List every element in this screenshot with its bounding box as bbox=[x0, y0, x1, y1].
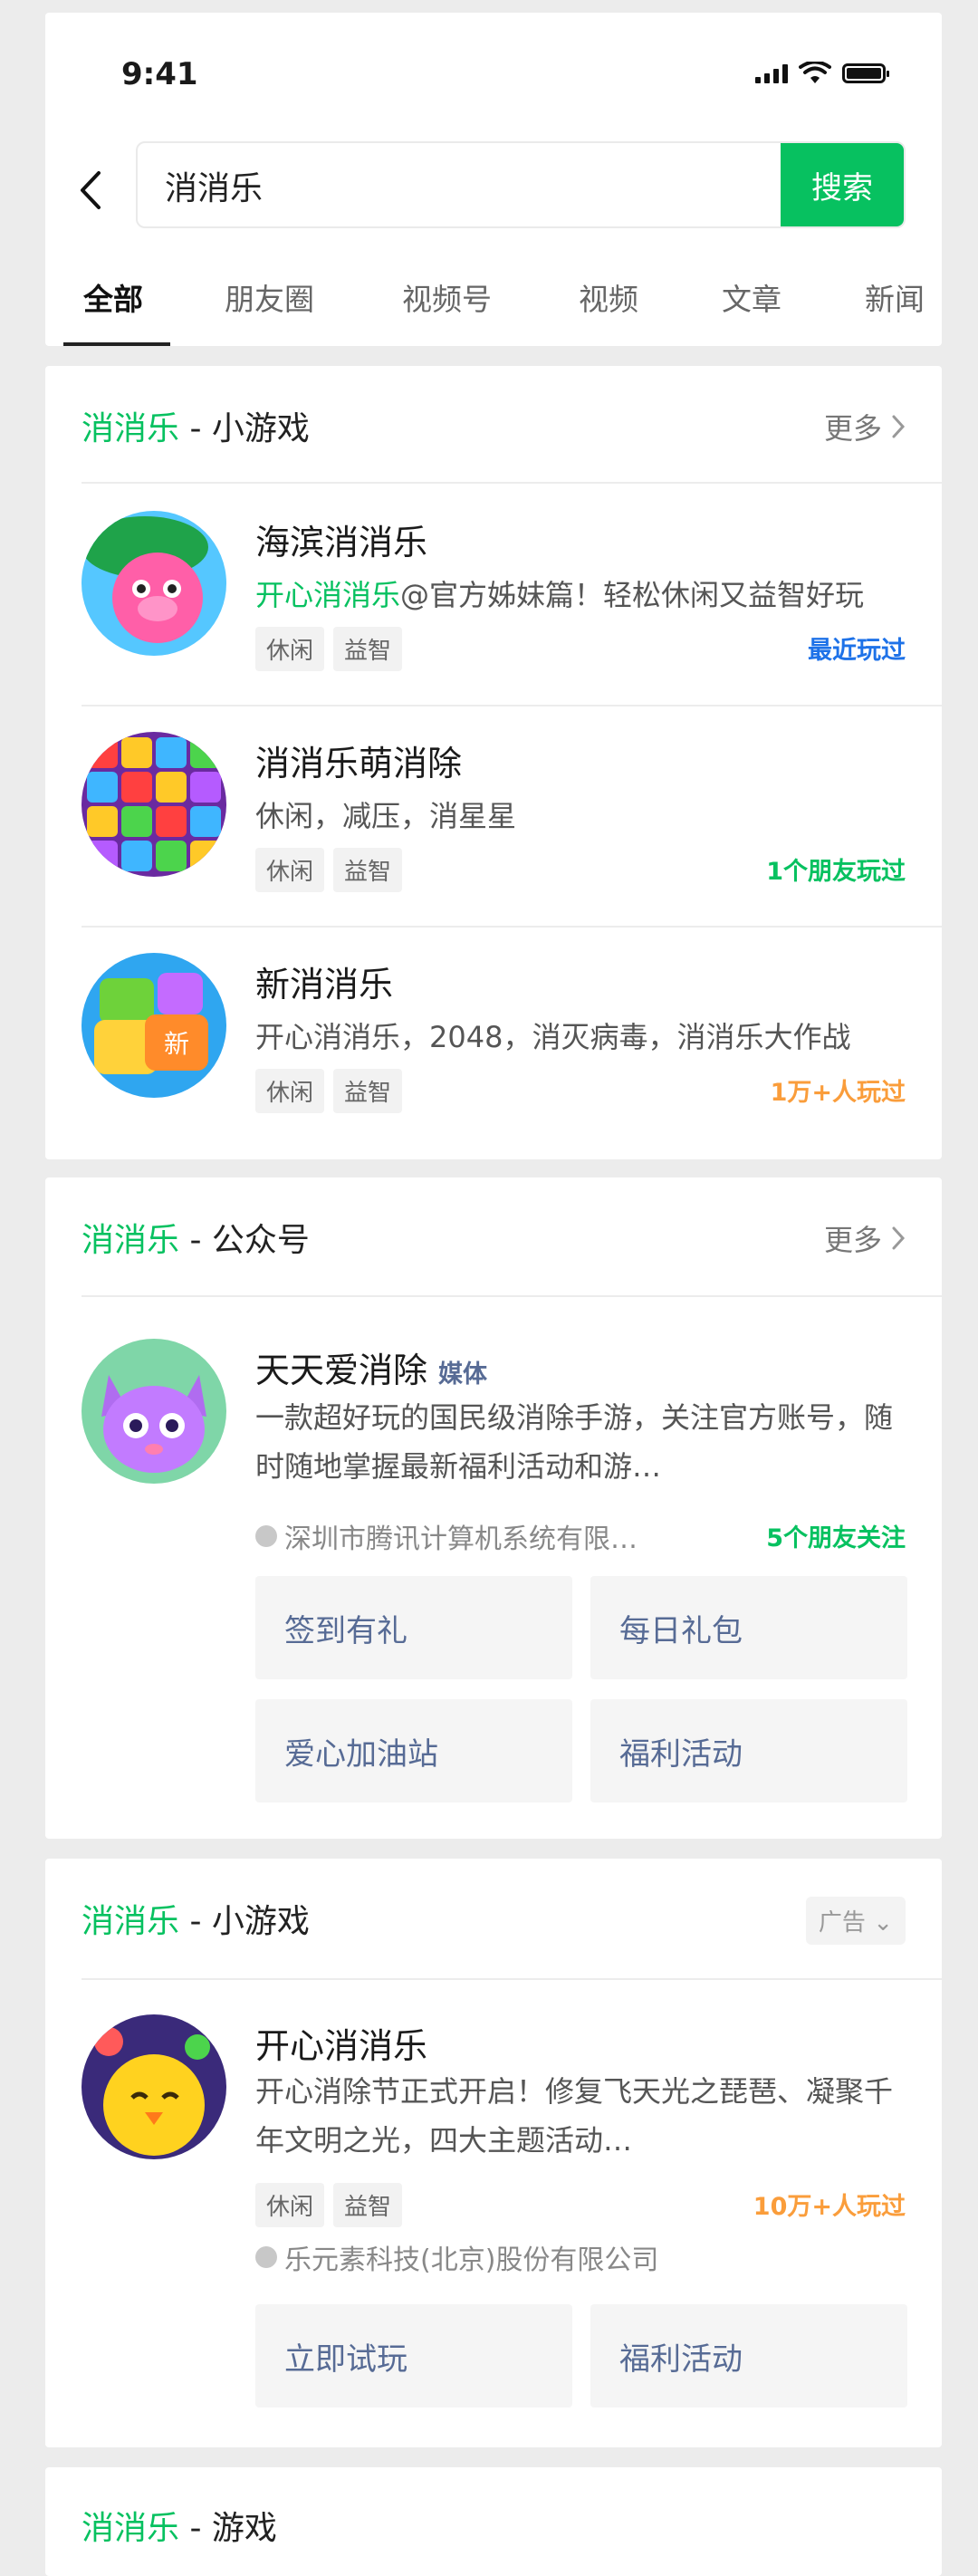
service-button[interactable]: 福利活动 bbox=[590, 1699, 907, 1802]
play-status: 最近玩过 bbox=[808, 637, 906, 665]
tab-videos[interactable]: 视频 bbox=[579, 275, 638, 319]
game-icon-star-tiles bbox=[82, 732, 226, 877]
verified-icon bbox=[255, 1525, 277, 1547]
section-heading: 消消乐 - 游戏 bbox=[82, 2510, 277, 2547]
active-tab-indicator bbox=[63, 342, 170, 346]
tag: 益智 bbox=[333, 2183, 403, 2227]
section-heading: 消消乐 - 小游戏 bbox=[82, 410, 310, 447]
divider bbox=[82, 482, 942, 484]
divider bbox=[82, 705, 942, 706]
account-org: 深圳市腾讯计算机系统有限… bbox=[255, 1516, 638, 1556]
section-heading: 消消乐 - 公众号 bbox=[82, 1222, 310, 1259]
try-now-button[interactable]: 立即试玩 bbox=[255, 2304, 572, 2408]
tag: 休闲 bbox=[255, 1069, 325, 1113]
friends-follow-count: 5个朋友关注 bbox=[766, 1524, 906, 1552]
wifi-icon bbox=[799, 62, 831, 83]
divider bbox=[82, 1978, 942, 1980]
play-status: 1个朋友玩过 bbox=[766, 858, 906, 886]
search-results-screen: 9:41 搜索 全部 朋友圈 视频号 视频 文章 bbox=[0, 0, 978, 2576]
chevron-down-icon: ⌄ bbox=[873, 1909, 893, 1937]
section-heading: 消消乐 - 小游戏 bbox=[82, 1903, 310, 1940]
game-title: 新消消乐 bbox=[255, 965, 394, 1004]
game-title: 消消乐萌消除 bbox=[255, 744, 463, 783]
game-result-item[interactable]: 新 新消消乐 开心消消乐，2048，消灭病毒，消消乐大作战 休闲 益智 1万+人… bbox=[45, 953, 942, 1143]
play-status: 1万+人玩过 bbox=[770, 1079, 906, 1107]
more-link[interactable]: 更多 bbox=[824, 406, 906, 447]
account-result-item[interactable]: 天天爱消除 媒体 一款超好玩的国民级消除手游，关注官方账号，随时随地掌握最新福利活… bbox=[45, 1339, 942, 1592]
more-link[interactable]: 更多 bbox=[824, 1217, 906, 1259]
ad-game-item[interactable]: 开心消消乐 开心消除节正式开启！修复飞天光之琵琶、凝聚千年文明之光，四大主题活动… bbox=[45, 2014, 942, 2277]
game-developer: 乐元素科技(北京)股份有限公司 bbox=[255, 2237, 658, 2277]
game-result-item[interactable]: 海滨消消乐 开心消消乐@官方姊妹篇！轻松休闲又益智好玩 休闲 益智 最近玩过 bbox=[45, 511, 942, 701]
svg-text:新: 新 bbox=[164, 1029, 189, 1059]
tag: 休闲 bbox=[255, 848, 325, 892]
verified-icon bbox=[255, 2246, 277, 2268]
tab-channels[interactable]: 视频号 bbox=[402, 275, 492, 319]
divider bbox=[82, 1295, 942, 1297]
tab-articles[interactable]: 文章 bbox=[722, 275, 781, 319]
tab-news[interactable]: 新闻 bbox=[865, 275, 925, 319]
tag: 益智 bbox=[333, 1069, 403, 1113]
media-badge: 媒体 bbox=[438, 1360, 488, 1389]
tab-all[interactable]: 全部 bbox=[83, 275, 143, 319]
game-title: 海滨消消乐 bbox=[255, 523, 428, 562]
service-button[interactable]: 每日礼包 bbox=[590, 1576, 907, 1679]
account-description: 一款超好玩的国民级消除手游，关注官方账号，随时随地掌握最新福利活动和游… bbox=[255, 1400, 894, 1484]
account-name: 天天爱消除 媒体 bbox=[255, 1350, 488, 1390]
tag: 益智 bbox=[333, 848, 403, 892]
game-tags: 休闲 益智 bbox=[255, 2183, 403, 2227]
game-tags: 休闲 益智 bbox=[255, 1069, 403, 1113]
search-input[interactable] bbox=[163, 143, 746, 226]
game-description: 开心消消乐@官方姊妹篇！轻松休闲又益智好玩 bbox=[255, 578, 865, 612]
search-box: 搜索 bbox=[136, 141, 906, 228]
ad-mini-game-section: 消消乐 - 小游戏 广告 ⌄ 开心消消乐 开心消除节正式开启！修复飞天光之琵琶、… bbox=[45, 1859, 942, 2447]
chevron-right-icon bbox=[892, 1226, 906, 1250]
account-avatar bbox=[82, 1339, 226, 1484]
mini-games-section: 消消乐 - 小游戏 更多 海滨消消乐 开心消消乐@官方姊妹篇！轻松休闲又益智好玩 bbox=[45, 366, 942, 1159]
game-icon-happy-chick bbox=[82, 2014, 226, 2159]
tag: 益智 bbox=[333, 627, 403, 671]
filter-tabs: 全部 朋友圈 视频号 视频 文章 新闻 bbox=[45, 275, 942, 346]
back-button[interactable] bbox=[72, 163, 109, 217]
battery-icon bbox=[842, 63, 889, 83]
search-button[interactable]: 搜索 bbox=[781, 143, 904, 226]
tag: 休闲 bbox=[255, 627, 325, 671]
divider bbox=[82, 926, 942, 928]
status-time: 9:41 bbox=[121, 56, 198, 92]
play-status: 10万+人玩过 bbox=[753, 2193, 906, 2221]
game-description: 休闲，减压，消星星 bbox=[255, 799, 517, 833]
search-header: 9:41 搜索 全部 朋友圈 视频号 视频 文章 bbox=[45, 13, 942, 346]
chevron-left-icon bbox=[81, 171, 101, 209]
welfare-button[interactable]: 福利活动 bbox=[590, 2304, 907, 2408]
game-title: 开心消消乐 bbox=[255, 2026, 428, 2066]
official-accounts-section: 消消乐 - 公众号 更多 天天爱消除 媒体 一款超好玩的国民级消除手游，关注官方… bbox=[45, 1177, 942, 1839]
game-icon-new-tiles: 新 bbox=[82, 953, 226, 1098]
game-tags: 休闲 益智 bbox=[255, 848, 403, 892]
service-button[interactable]: 爱心加油站 bbox=[255, 1699, 572, 1802]
tag: 休闲 bbox=[255, 2183, 325, 2227]
chevron-right-icon bbox=[892, 415, 906, 438]
tab-moments[interactable]: 朋友圈 bbox=[225, 275, 314, 319]
service-button[interactable]: 签到有礼 bbox=[255, 1576, 572, 1679]
signal-icon bbox=[755, 63, 788, 83]
games-section: 消消乐 - 游戏 bbox=[45, 2467, 942, 2576]
game-result-item[interactable]: 消消乐萌消除 休闲，减压，消星星 休闲 益智 1个朋友玩过 bbox=[45, 732, 942, 922]
game-tags: 休闲 益智 bbox=[255, 627, 403, 671]
ad-badge[interactable]: 广告 ⌄ bbox=[805, 1897, 906, 1945]
status-icons bbox=[755, 62, 889, 85]
game-description: 开心消除节正式开启！修复飞天光之琵琶、凝聚千年文明之光，四大主题活动… bbox=[255, 2074, 894, 2158]
game-icon-beach-candy bbox=[82, 511, 226, 656]
game-description: 开心消消乐，2048，消灭病毒，消消乐大作战 bbox=[255, 1020, 851, 1054]
